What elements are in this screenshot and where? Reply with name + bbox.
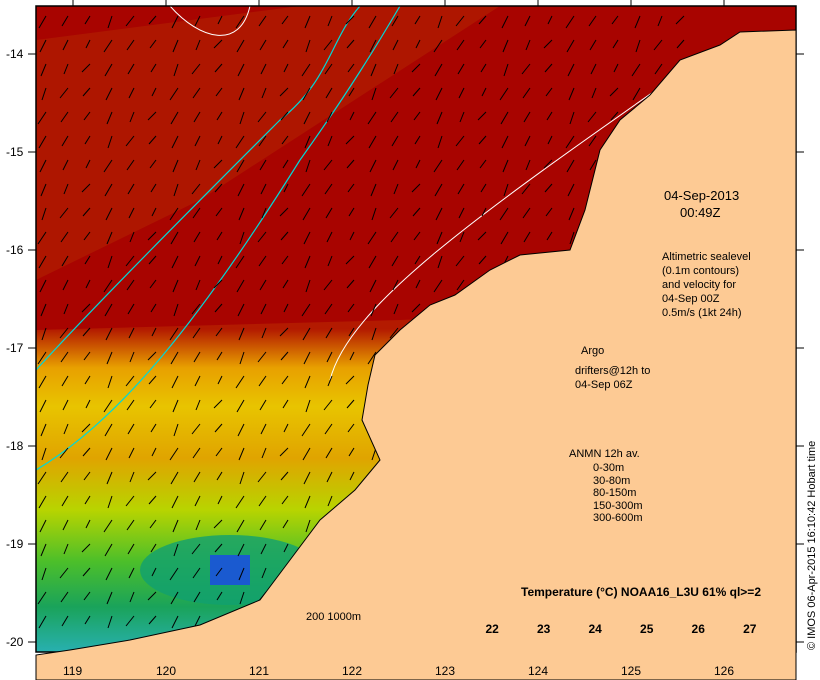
altimetry-line: 04-Sep 00Z [662,293,720,305]
lat-tick-label: -19 [6,537,24,551]
sst-map [28,0,804,680]
map-time: 00:49Z [680,205,721,220]
lat-tick-label: -17 [6,341,24,355]
map-date: 04-Sep-2013 [664,188,740,203]
colorbar-tick-label: 25 [640,622,654,636]
colorbar-tick-label: 23 [536,622,551,636]
lat-tick-label: -14 [6,47,24,61]
lon-tick-label: 119 [63,664,83,678]
drifters-line: drifters@12h to [575,365,651,377]
colorbar-tick-label: 24 [588,622,602,636]
argo-label: Argo [581,345,605,357]
lon-tick-label: 125 [621,664,642,678]
lon-tick-label: 121 [249,664,270,678]
anmn-legend-item: 300-600m [593,512,643,524]
lon-tick-label: 122 [342,664,363,678]
cold-patch [210,555,250,585]
altimetry-line: and velocity for [662,279,736,291]
lat-tick-label: -18 [6,439,24,453]
altimetry-line: 0.5m/s (1kt 24h) [662,307,742,319]
lat-tick-label: -16 [6,243,24,257]
colorbar-tick-label: 27 [743,622,757,636]
colorbar-tick-label: 22 [485,622,499,636]
copyright-stamp: © IMOS 06-Apr-2015 16:10:42 Hobart time [806,440,818,650]
anmn-title: ANMN 12h av. [569,448,640,460]
colorbar-tick-label: 26 [691,622,705,636]
drifters-note: drifters@12h to 04-Sep 06Z [575,364,650,392]
lon-tick-label: 123 [435,664,456,678]
lon-tick-label: 124 [528,664,549,678]
altimetry-line: Altimetric sealevel [662,251,751,263]
altimetry-note: Altimetric sealevel (0.1m contours) and … [662,250,751,320]
lon-tick-label: 126 [714,664,735,678]
drifters-line: 04-Sep 06Z [575,379,633,391]
colorbar-title: Temperature (°C) NOAA16_L3U 61% ql>=2 [521,585,761,599]
lat-tick-label: -20 [6,635,24,649]
lat-tick-label: -15 [6,145,24,159]
altimetry-line: (0.1m contours) [662,265,740,277]
lon-tick-label: 120 [156,664,177,678]
scale-label: 200 1000m [306,611,362,623]
